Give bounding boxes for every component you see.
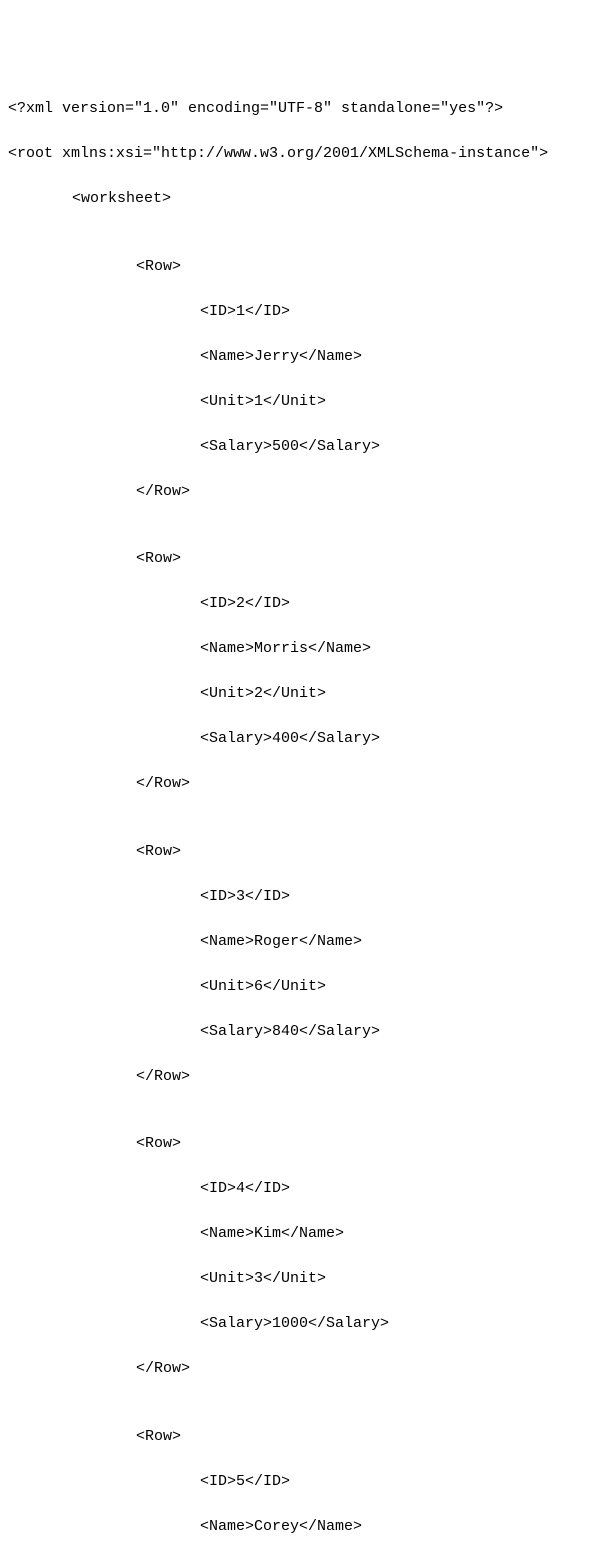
- row-unit: <Unit>3</Unit>: [8, 1268, 603, 1291]
- row-open: <Row>: [8, 256, 603, 279]
- row-salary: <Salary>500</Salary>: [8, 436, 603, 459]
- row-id: <ID>2</ID>: [8, 593, 603, 616]
- row-open: <Row>: [8, 1426, 603, 1449]
- row-salary: <Salary>840</Salary>: [8, 1021, 603, 1044]
- row-close: </Row>: [8, 1066, 603, 1089]
- row-id: <ID>3</ID>: [8, 886, 603, 909]
- row-salary: <Salary>1000</Salary>: [8, 1313, 603, 1336]
- row-id: <ID>1</ID>: [8, 301, 603, 324]
- xml-declaration: <?xml version="1.0" encoding="UTF-8" sta…: [8, 98, 603, 121]
- row-name: <Name>Corey</Name>: [8, 1516, 603, 1539]
- row-salary: <Salary>400</Salary>: [8, 728, 603, 751]
- row-unit: <Unit>1</Unit>: [8, 391, 603, 414]
- row-close: </Row>: [8, 773, 603, 796]
- row-name: <Name>Jerry</Name>: [8, 346, 603, 369]
- root-open: <root xmlns:xsi="http://www.w3.org/2001/…: [8, 143, 603, 166]
- row-name: <Name>Kim</Name>: [8, 1223, 603, 1246]
- row-close: </Row>: [8, 1358, 603, 1381]
- row-name: <Name>Morris</Name>: [8, 638, 603, 661]
- row-id: <ID>4</ID>: [8, 1178, 603, 1201]
- row-name: <Name>Roger</Name>: [8, 931, 603, 954]
- row-id: <ID>5</ID>: [8, 1471, 603, 1494]
- row-unit: <Unit>2</Unit>: [8, 683, 603, 706]
- worksheet-open: <worksheet>: [8, 188, 603, 211]
- row-close: </Row>: [8, 481, 603, 504]
- row-open: <Row>: [8, 1133, 603, 1156]
- row-open: <Row>: [8, 841, 603, 864]
- row-unit: <Unit>6</Unit>: [8, 976, 603, 999]
- row-open: <Row>: [8, 548, 603, 571]
